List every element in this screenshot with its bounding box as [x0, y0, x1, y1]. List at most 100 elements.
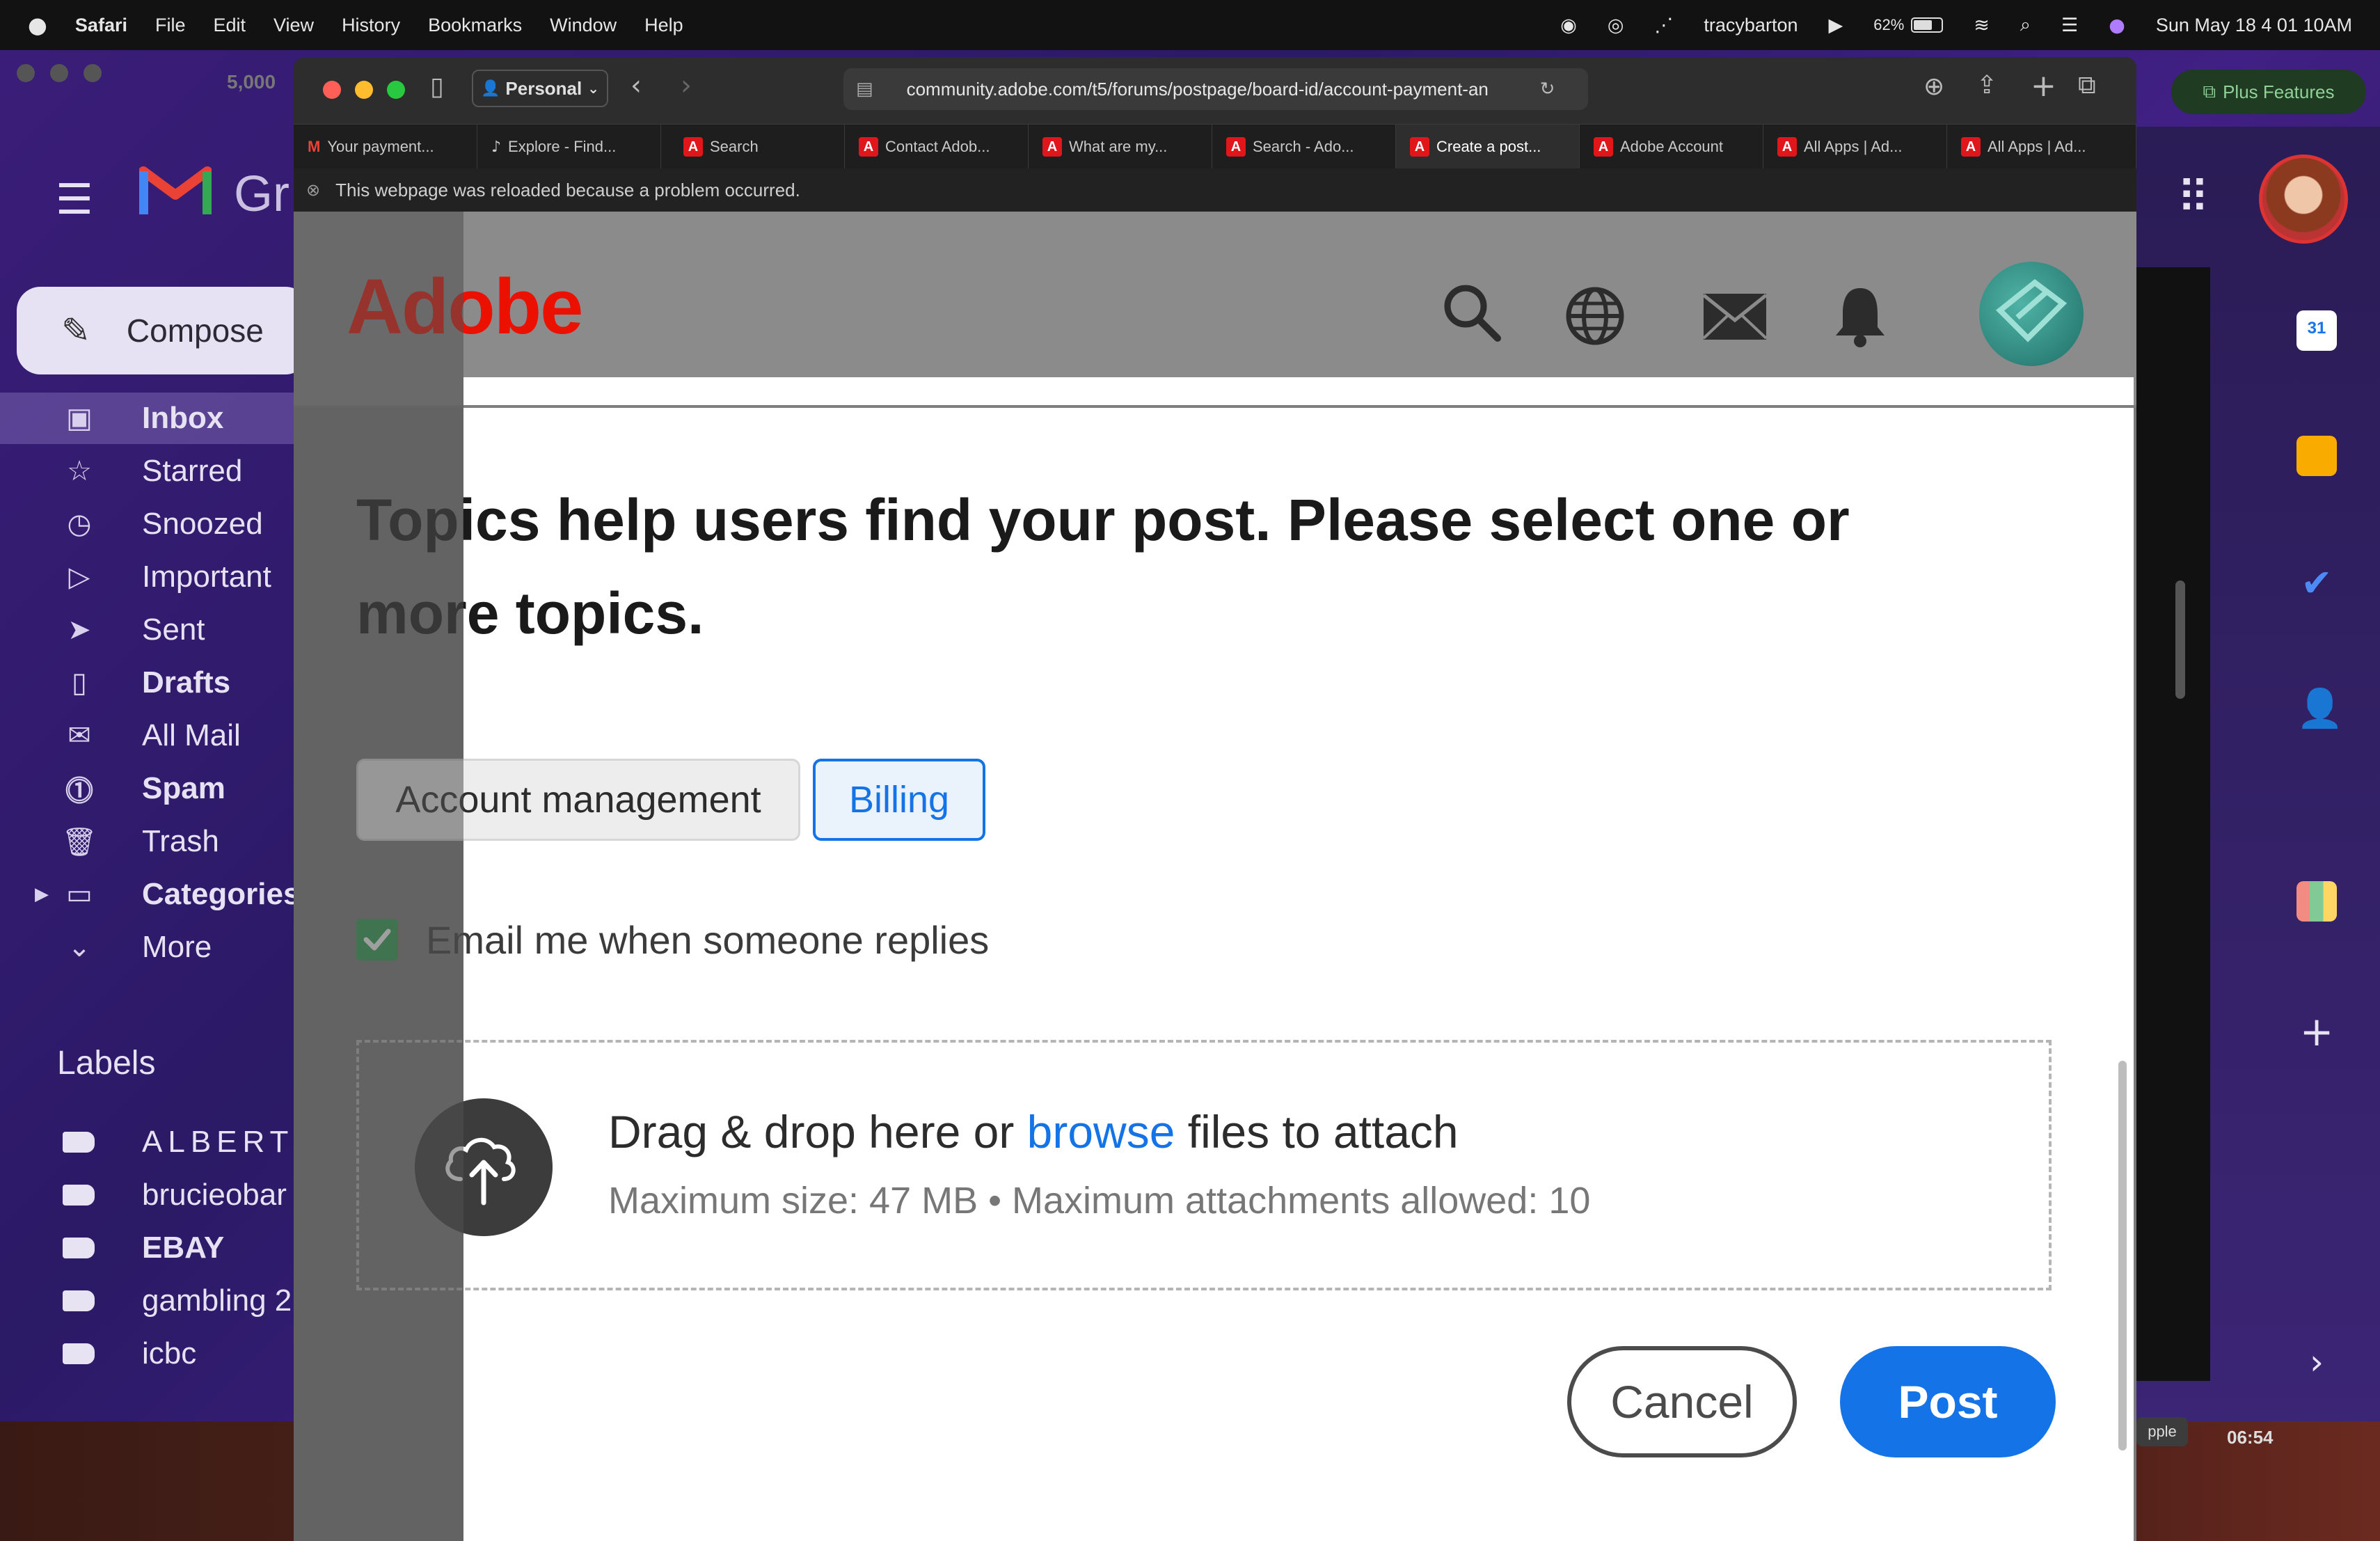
datetime[interactable]: Sun May 18 4 01 10AM: [2156, 15, 2352, 36]
plus-features-button[interactable]: ⧉ Plus Features: [2171, 70, 2366, 114]
reload-icon[interactable]: ↻: [1540, 79, 1555, 100]
nav-more[interactable]: ⌄ More: [0, 922, 299, 973]
profile-button[interactable]: 👤 Personal ⌄: [472, 70, 608, 107]
tab-create-post[interactable]: A Create a post...: [1396, 125, 1580, 169]
tab-all-apps-1[interactable]: A All Apps | Ad...: [1763, 125, 1947, 169]
tab-contact-adobe[interactable]: A Contact Adob...: [845, 125, 1029, 169]
battery-status[interactable]: 62%: [1873, 16, 1944, 34]
siri-icon[interactable]: ●: [2109, 15, 2125, 36]
page-settings-icon[interactable]: ▤: [856, 79, 873, 100]
url-text[interactable]: community.adobe.com/t5/forums/postpage/b…: [907, 79, 1540, 100]
label-icbc[interactable]: icbc: [0, 1328, 299, 1380]
nav-sent[interactable]: ➤ Sent: [0, 604, 299, 656]
reload-notice: ⊗ This webpage was reloaded because a pr…: [294, 168, 2136, 212]
tab-overview-icon[interactable]: ⧉: [2078, 71, 2096, 100]
close-window-icon[interactable]: [323, 81, 341, 99]
browse-link[interactable]: browse: [1027, 1106, 1175, 1157]
nav-starred[interactable]: ☆ Starred: [0, 445, 299, 497]
menu-help[interactable]: Help: [644, 15, 683, 36]
important-icon: ▷: [68, 561, 90, 593]
tab-adobe-account[interactable]: A Adobe Account: [1580, 125, 1763, 169]
tab-explore[interactable]: ♪ Explore - Find...: [477, 125, 661, 169]
forward-icon[interactable]: ›: [681, 70, 692, 102]
contacts-icon[interactable]: 👤: [2296, 686, 2343, 730]
label-albert[interactable]: ALBERT: [0, 1116, 299, 1168]
tab-search-adobe[interactable]: A Search - Ado...: [1212, 125, 1396, 169]
nav-important[interactable]: ▷ Important: [0, 551, 299, 603]
draft-icon: ▯: [71, 667, 87, 699]
close-notice-icon[interactable]: ⊗: [306, 180, 320, 200]
record-icon[interactable]: ◉: [1560, 15, 1577, 36]
all-mail-icon: ✉: [68, 720, 91, 752]
menu-view[interactable]: View: [273, 15, 314, 36]
tasks-icon[interactable]: ✔: [2296, 561, 2337, 605]
calendar-icon[interactable]: 31: [2296, 310, 2337, 351]
nav-categories[interactable]: ▶ ▭ Categories: [0, 869, 300, 920]
label-gambling[interactable]: gambling 2: [0, 1275, 299, 1327]
back-icon[interactable]: ‹: [630, 70, 642, 102]
label-ebay[interactable]: EBAY: [0, 1222, 299, 1274]
tab-all-apps-2[interactable]: A All Apps | Ad...: [1947, 125, 2136, 169]
control-center-icon[interactable]: ☰: [2061, 15, 2078, 36]
tab-what-are-my[interactable]: A What are my...: [1029, 125, 1212, 169]
address-bar[interactable]: ▤ community.adobe.com/t5/forums/postpage…: [843, 68, 1588, 110]
nav-all-mail[interactable]: ✉ All Mail: [0, 710, 299, 761]
label-tag-icon: [63, 1290, 95, 1311]
topic-billing[interactable]: Billing: [813, 759, 985, 841]
hamburger-menu-icon[interactable]: ☰: [56, 175, 93, 224]
zoom-dot-icon[interactable]: [84, 64, 102, 82]
nav-inbox[interactable]: ▣ Inbox: [0, 393, 299, 444]
user-name[interactable]: tracybarton: [1704, 15, 1798, 36]
minimize-dot-icon[interactable]: [50, 64, 68, 82]
nav-drafts[interactable]: ▯ Drafts: [0, 657, 299, 709]
post-button[interactable]: Post: [1840, 1346, 2056, 1457]
menu-window[interactable]: Window: [550, 15, 617, 36]
minimize-window-icon[interactable]: [355, 81, 373, 99]
new-tab-icon[interactable]: +: [2031, 68, 2056, 104]
downloads-icon[interactable]: ⊕: [1923, 72, 1944, 101]
close-dot-icon[interactable]: [17, 64, 35, 82]
file-drop-zone[interactable]: Drag & drop here or browse files to atta…: [356, 1040, 2052, 1290]
app-menu[interactable]: Safari: [75, 15, 127, 36]
label-tag-icon: [63, 1238, 95, 1258]
search-icon[interactable]: [1442, 283, 1502, 346]
play-icon[interactable]: ▶: [1828, 15, 1843, 36]
sidebar-toggle-icon[interactable]: ▯: [430, 72, 444, 101]
chevron-right-icon[interactable]: ›: [2296, 1342, 2337, 1382]
globe-icon[interactable]: [1564, 285, 1626, 350]
avatar[interactable]: [2259, 155, 2348, 244]
tab-your-payment[interactable]: M Your payment...: [294, 125, 477, 169]
addon-icon[interactable]: [2296, 881, 2337, 922]
user-avatar[interactable]: [1979, 262, 2084, 366]
cancel-button[interactable]: Cancel: [1567, 1346, 1797, 1457]
email-replies-label[interactable]: Email me when someone replies: [426, 917, 989, 963]
gmail-logo-icon[interactable]: [138, 161, 212, 217]
wifi-icon[interactable]: ≋: [1974, 15, 1990, 36]
search-icon[interactable]: ⌕: [2020, 14, 2031, 36]
nav-snoozed[interactable]: ◷ Snoozed: [0, 498, 299, 550]
label-brucieobar[interactable]: brucieobar: [0, 1169, 299, 1221]
notifications-bell-icon[interactable]: [1833, 284, 1887, 351]
gmail-favicon-icon: M: [308, 138, 321, 155]
compose-button[interactable]: ✎ Compose: [17, 287, 309, 374]
sync-icon[interactable]: ◎: [1608, 15, 1624, 36]
mail-icon[interactable]: [1702, 292, 1768, 345]
menu-history[interactable]: History: [342, 15, 400, 36]
zoom-window-icon[interactable]: [387, 81, 405, 99]
gmail-logo-text: Gr: [234, 166, 289, 222]
preview-scrollbar[interactable]: [2175, 580, 2185, 699]
add-addon-icon[interactable]: +: [2296, 1008, 2337, 1055]
menu-bookmarks[interactable]: Bookmarks: [428, 15, 522, 36]
menu-edit[interactable]: Edit: [213, 15, 246, 36]
page-scrollbar[interactable]: [2118, 1061, 2127, 1451]
dots-icon[interactable]: ⋰: [1654, 15, 1673, 36]
nav-spam[interactable]: ⓵ Spam: [0, 763, 299, 814]
menu-file[interactable]: File: [155, 15, 186, 36]
apple-icon[interactable]: ●: [28, 12, 47, 38]
nav-trash[interactable]: 🗑 Trash: [0, 816, 299, 867]
share-icon[interactable]: ⇪: [1976, 71, 1997, 100]
keep-icon[interactable]: [2296, 436, 2337, 476]
apps-grid-icon[interactable]: ⠿: [2177, 173, 2210, 224]
tab-search[interactable]: A Search: [661, 125, 845, 169]
adobe-favicon-icon: A: [1961, 137, 1981, 157]
